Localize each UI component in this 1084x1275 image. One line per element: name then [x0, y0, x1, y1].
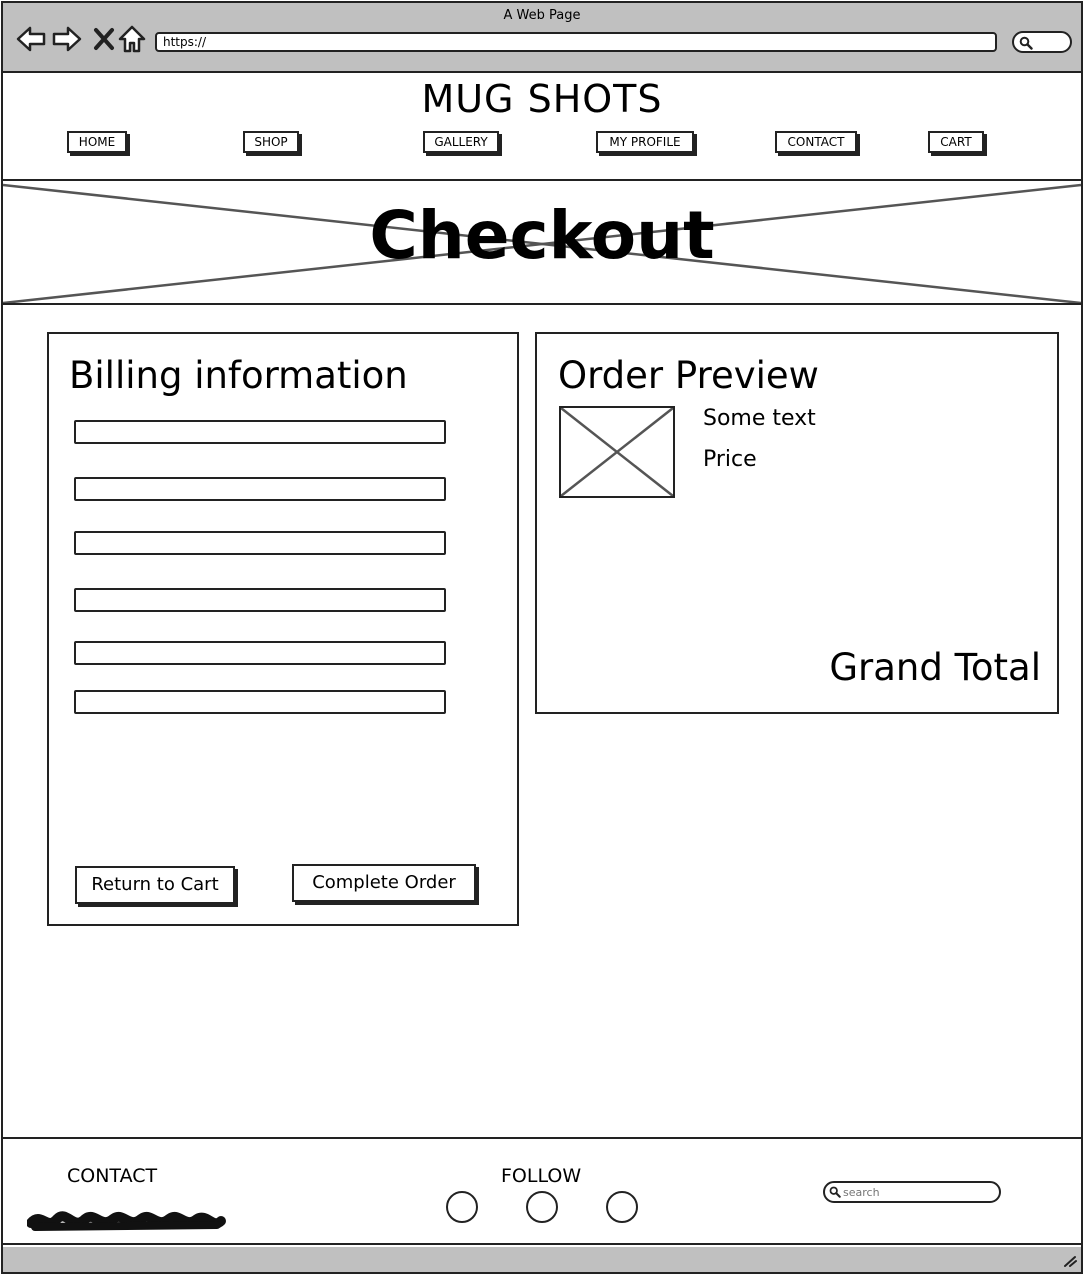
back-arrow-icon[interactable] — [15, 23, 47, 55]
site-header: MUG SHOTS HOME SHOP GALLERY MY PROFILE C… — [3, 75, 1081, 181]
scribble-text-icon — [27, 1211, 226, 1231]
billing-title: Billing information — [69, 354, 408, 397]
item-price: Price — [703, 447, 757, 472]
window-title: A Web Page — [503, 8, 581, 23]
billing-field-2[interactable] — [74, 477, 446, 501]
browser-search-box[interactable] — [1012, 31, 1072, 53]
order-preview-panel: Order Preview Some text Price Grand Tota… — [535, 332, 1059, 714]
order-preview-title: Order Preview — [558, 354, 819, 397]
page-title: Checkout — [369, 197, 715, 274]
browser-window: A Web Page https:// MUG SHOTS HOME SHOP … — [1, 1, 1083, 1274]
billing-field-6[interactable] — [74, 690, 446, 714]
nav-shop-button[interactable]: SHOP — [243, 131, 299, 153]
billing-field-4[interactable] — [74, 588, 446, 612]
hero-banner: Checkout — [3, 183, 1081, 305]
billing-panel: Billing information Return to Cart Compl… — [47, 332, 519, 926]
home-icon[interactable] — [116, 23, 148, 55]
complete-order-button[interactable]: Complete Order — [292, 864, 476, 902]
search-icon — [829, 1186, 841, 1198]
billing-field-5[interactable] — [74, 641, 446, 665]
site-title: MUG SHOTS — [421, 77, 663, 121]
forward-arrow-icon[interactable] — [51, 23, 83, 55]
item-text: Some text — [703, 406, 816, 431]
social-link-2[interactable] — [526, 1191, 558, 1223]
search-icon — [1019, 36, 1033, 50]
nav-cart-button[interactable]: CART — [928, 131, 984, 153]
product-thumbnail — [559, 406, 675, 498]
footer-search-box[interactable] — [823, 1181, 1001, 1203]
footer-follow-label: FOLLOW — [501, 1165, 582, 1187]
return-to-cart-button[interactable]: Return to Cart — [75, 866, 235, 904]
image-placeholder-icon — [560, 407, 674, 497]
url-bar[interactable]: https:// — [155, 32, 997, 52]
browser-chrome: A Web Page https:// — [3, 3, 1081, 73]
social-link-1[interactable] — [446, 1191, 478, 1223]
site-footer: CONTACT FOLLOW — [3, 1137, 1081, 1245]
billing-field-1[interactable] — [74, 420, 446, 444]
nav-contact-button[interactable]: CONTACT — [775, 131, 857, 153]
status-bar — [3, 1247, 1081, 1272]
footer-search-input[interactable] — [843, 1184, 993, 1200]
resize-grip-icon[interactable] — [1063, 1255, 1077, 1267]
nav-gallery-button[interactable]: GALLERY — [423, 131, 499, 153]
nav-home-button[interactable]: HOME — [67, 131, 127, 153]
billing-field-3[interactable] — [74, 531, 446, 555]
nav-my-profile-button[interactable]: MY PROFILE — [596, 131, 694, 153]
footer-contact-label: CONTACT — [67, 1165, 158, 1187]
grand-total-label: Grand Total — [829, 646, 1041, 689]
social-link-3[interactable] — [606, 1191, 638, 1223]
